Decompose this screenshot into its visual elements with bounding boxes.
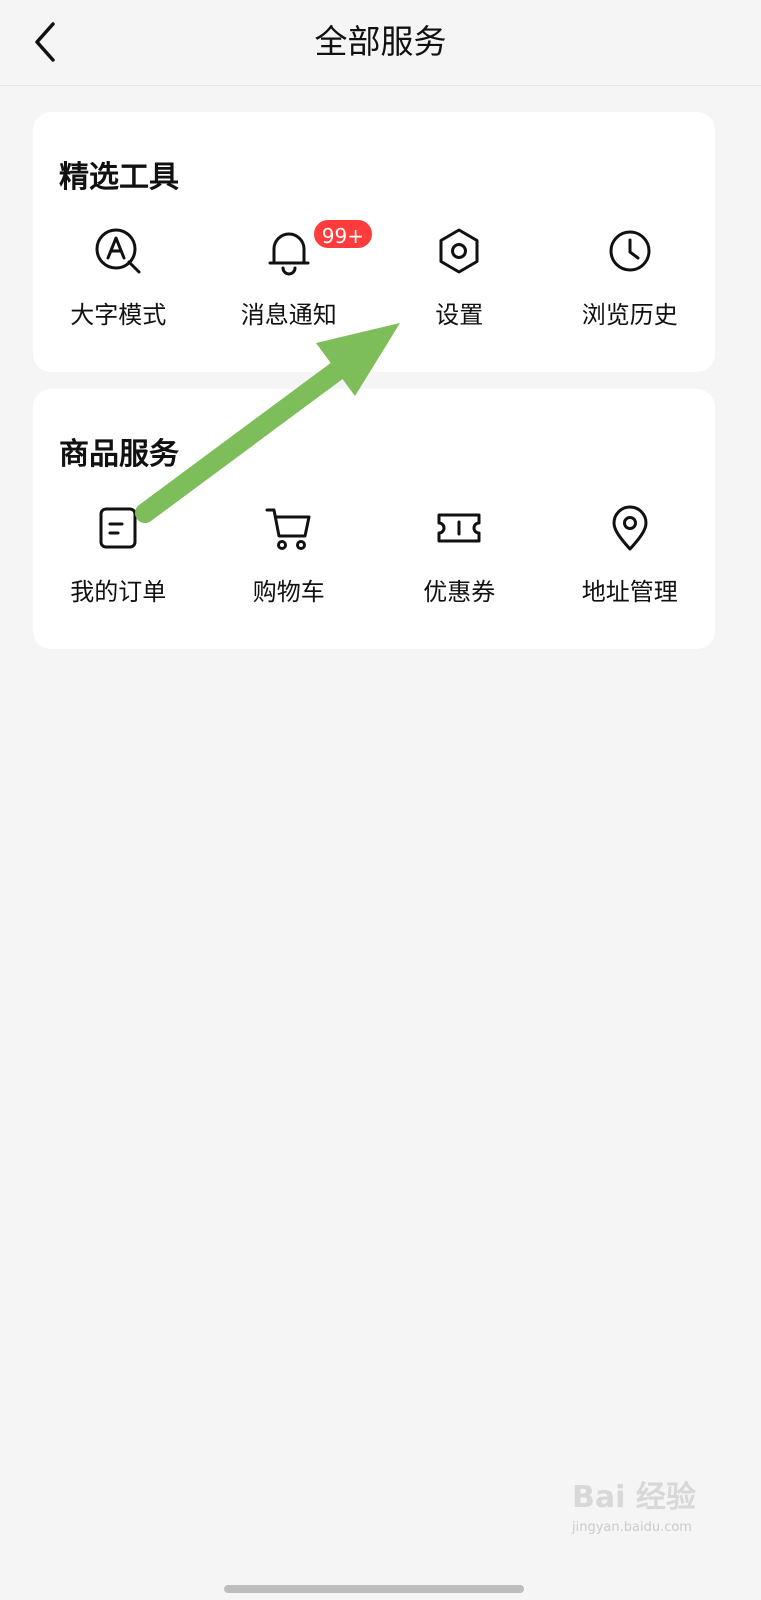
order-list-icon <box>91 501 145 555</box>
featured-tools-card: 精选工具 大字模式 99+ 消息通知 设置 浏览历史 <box>33 112 715 372</box>
product-services-card: 商品服务 我的订单 购物车 优惠券 地址管理 <box>33 389 715 649</box>
notification-badge: 99+ <box>311 218 374 250</box>
tool-label: 消息通知 <box>240 301 337 329</box>
section-title-featured-tools: 精选工具 <box>59 160 179 195</box>
large-text-icon <box>91 224 145 278</box>
settings-hexagon-icon <box>432 224 486 278</box>
home-indicator[interactable] <box>224 1585 524 1593</box>
tool-address-management[interactable]: 地址管理 <box>545 501 716 621</box>
tool-label: 我的订单 <box>70 578 167 606</box>
tool-label: 大字模式 <box>70 301 167 329</box>
ticket-icon <box>432 501 486 555</box>
section-title-product-services: 商品服务 <box>59 437 179 472</box>
tool-label: 浏览历史 <box>581 301 678 329</box>
header-bar: 全部服务 <box>0 0 761 86</box>
location-pin-icon <box>603 501 657 555</box>
tool-large-text-mode[interactable]: 大字模式 <box>33 224 204 344</box>
tool-shopping-cart[interactable]: 购物车 <box>204 501 375 621</box>
tool-settings[interactable]: 设置 <box>374 224 545 344</box>
clock-icon <box>603 224 657 278</box>
page-title: 全部服务 <box>314 22 447 61</box>
all-services-page: 全部服务 精选工具 大字模式 99+ 消息通知 设置 浏览历史 商品服务 我的订… <box>0 0 761 1600</box>
watermark-url: jingyan.baidu.com <box>572 1520 692 1535</box>
tool-label: 优惠券 <box>423 578 496 606</box>
tool-label: 地址管理 <box>581 578 678 606</box>
bell-icon: 99+ <box>262 218 374 278</box>
watermark-brand: Bai 经验 <box>572 1480 696 1515</box>
tool-my-orders[interactable]: 我的订单 <box>33 501 204 621</box>
tool-notifications[interactable]: 99+ 消息通知 <box>204 218 375 344</box>
tool-browsing-history[interactable]: 浏览历史 <box>545 224 716 344</box>
baidu-jingyan-watermark: Bai 经验 jingyan.baidu.com <box>572 1474 722 1544</box>
tool-label: 设置 <box>435 301 484 329</box>
cart-icon <box>262 501 316 555</box>
product-services-grid: 我的订单 购物车 优惠券 地址管理 <box>33 501 715 621</box>
featured-tools-grid: 大字模式 99+ 消息通知 设置 浏览历史 <box>33 218 716 344</box>
tool-label: 购物车 <box>252 578 325 606</box>
tool-coupons[interactable]: 优惠券 <box>374 501 545 621</box>
